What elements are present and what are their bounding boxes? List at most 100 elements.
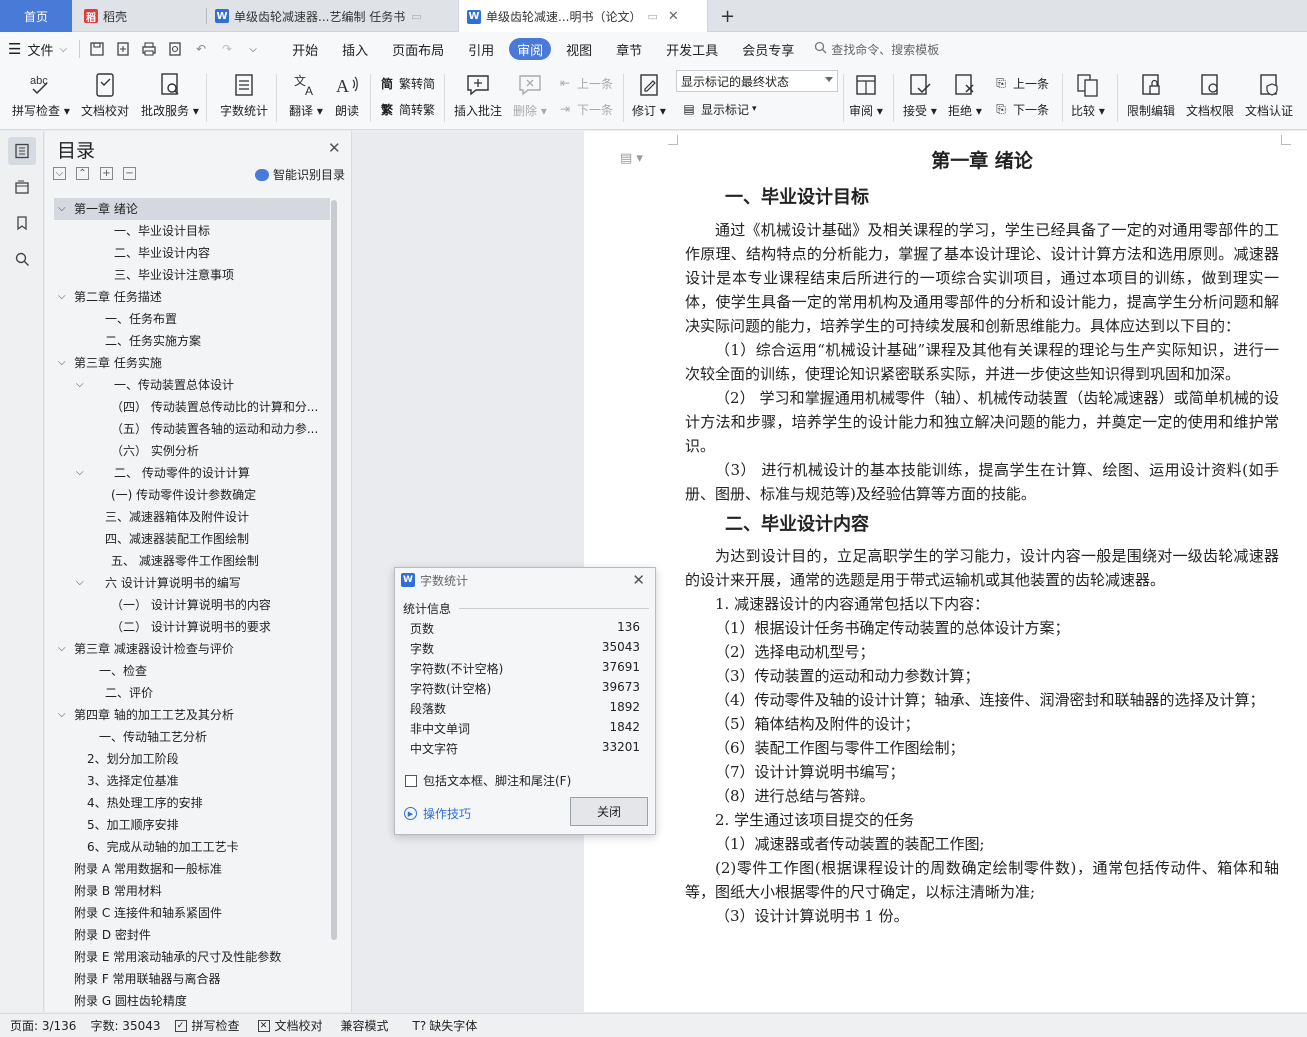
toc-item[interactable]: 一、毕业设计目标 [54,220,330,242]
toc-item[interactable]: 附录 C 连接件和轴系紧固件 [54,902,330,924]
compare-button[interactable]: 比较 ▾ [1071,70,1105,119]
toc-item[interactable]: 附录 E 常用滚动轴承的尺寸及性能参数 [54,946,330,968]
doc-certify-button[interactable]: 文档认证 [1245,70,1293,119]
toc-item[interactable]: ⌵ 第一章 绪论 [54,198,330,220]
toc-item[interactable]: 三、减速器箱体及附件设计 [54,506,330,528]
toc-item[interactable]: ⌵ 一、传动装置总体设计 [54,374,330,396]
chevron-down-icon[interactable]: ⌵ [58,286,66,308]
bookmark-icon[interactable] [8,209,36,237]
toc-item[interactable]: 一、传动轴工艺分析 [54,726,330,748]
tab-view[interactable]: 视图 [566,32,592,66]
simp-to-trad-button[interactable]: 繁简转繁 [378,98,435,120]
prev-comment-button[interactable]: ⇤ 上一条 [556,72,613,94]
chevron-down-icon[interactable]: ⌵ [58,352,66,374]
tab-member[interactable]: 会员专享 [742,32,794,66]
print-preview-icon[interactable] [162,36,188,62]
toc-item[interactable]: 附录 B 常用材料 [54,880,330,902]
toc-item[interactable]: 一、检查 [54,660,330,682]
page-indicator[interactable]: 页面: 3/136 [10,1017,76,1034]
tab-developer[interactable]: 开发工具 [666,32,718,66]
tab-doc-task[interactable]: W 单级齿轮减速器...艺编制 任务书 ▭ [207,0,455,32]
missing-font-status[interactable]: T? 缺失字体 [413,1017,478,1034]
read-aloud-button[interactable]: A 朗读 [333,70,361,119]
chapter-nav-icon[interactable] [8,173,36,201]
tab-home[interactable]: 首页 [0,0,72,32]
toc-item[interactable]: 二、毕业设计内容 [54,242,330,264]
toc-item[interactable]: 三、毕业设计注意事项 [54,264,330,286]
track-changes-button[interactable]: 修订 ▾ [632,70,666,119]
insert-comment-button[interactable]: 插入批注 [454,70,502,119]
toc-item[interactable]: ⌵ 第三章 减速器设计检查与评价 [54,638,330,660]
command-search[interactable]: 查找命令、搜索模板 [814,41,939,58]
tab-daoke[interactable]: 稻 稻壳 [76,0,206,32]
toc-item[interactable]: ⌵ 二、 传动零件的设计计算 [54,462,330,484]
document-page[interactable]: ▤ ▾ 第一章 绪论 一、毕业设计目标 通过《机械设计基础》及相关课程的学习，学… [584,131,1307,1012]
tab-doc-manual[interactable]: W 单级齿轮减速...明书（论文） ▭ ✕ [458,0,708,33]
close-button[interactable]: 关闭 [570,797,648,826]
tab-start[interactable]: 开始 [292,32,318,66]
toc-item[interactable]: ⌵ 第二章 任务描述 [54,286,330,308]
chevron-down-icon[interactable]: ⌵ [58,638,66,660]
print-icon[interactable] [136,36,162,62]
reject-change-button[interactable]: 拒绝 ▾ [948,70,982,119]
trad-to-simp-button[interactable]: 简繁转简 [378,72,435,94]
dialog-titlebar[interactable]: W 字数统计 [395,568,655,592]
chevron-down-icon[interactable]: ⌵ [76,374,84,396]
file-menu[interactable]: ☰ 文件 ⌵ [0,32,75,66]
next-change-button[interactable]: ⎘ 下一条 [992,98,1049,120]
tab-review[interactable]: 审阅 [509,38,552,60]
toc-item[interactable]: 6、完成从动轴的加工工艺卡 [54,836,330,858]
word-count-button[interactable]: 字数统计 [220,70,268,119]
toc-item[interactable]: 4、热处理工序的安排 [54,792,330,814]
toc-item[interactable]: 5、加工顺序安排 [54,814,330,836]
close-icon[interactable]: ✕ [632,571,645,589]
toc-item[interactable]: （一） 设计计算说明书的内容 [54,594,330,616]
quick-access-more-icon[interactable]: ⌵ [240,36,266,62]
toc-item[interactable]: 五、 减速器零件工作图绘制 [54,550,330,572]
toc-item[interactable]: 附录 D 密封件 [54,924,330,946]
toc-item[interactable]: (一) 传动零件设计参数确定 [54,484,330,506]
doc-permission-button[interactable]: 文档权限 [1186,70,1234,119]
toc-item[interactable]: 四、减速器装配工作图绘制 [54,528,330,550]
tab-insert[interactable]: 插入 [342,32,368,66]
tab-references[interactable]: 引用 [468,32,494,66]
translate-button[interactable]: 文A 翻译 ▾ [289,70,323,119]
smart-toc-button[interactable]: 智能识别目录 [255,166,345,183]
toc-item[interactable]: ⌵ 第四章 轴的加工工艺及其分析 [54,704,330,726]
doc-proofread-button[interactable]: 文档校对 [81,70,129,119]
accept-change-button[interactable]: 接受 ▾ [903,70,937,119]
redo-icon[interactable]: ↷ [214,36,240,62]
show-markup-button[interactable]: ▤ 显示标记 ▾ [680,98,756,120]
close-tab-icon[interactable]: ✕ [668,9,679,24]
toc-item[interactable]: 3、选择定位基准 [54,770,330,792]
new-tab-button[interactable]: + [712,0,742,32]
toc-item[interactable]: 一、任务布置 [54,308,330,330]
word-count-indicator[interactable]: 字数: 35043 [90,1017,160,1034]
toc-item[interactable]: 附录 G 圆柱齿轮精度 [54,990,330,1012]
include-textbox-checkbox[interactable]: 包括文本框、脚注和尾注(F) [405,772,571,789]
restrict-edit-button[interactable]: 限制编辑 [1127,70,1175,119]
spellcheck-button[interactable]: abc 拼写检查 ▾ [12,70,70,119]
annotate-service-button[interactable]: 批改服务 ▾ [141,70,199,119]
save-icon[interactable] [84,36,110,62]
prev-change-button[interactable]: ⎘ 上一条 [992,72,1049,94]
remove-heading-icon[interactable]: − [123,167,136,180]
toc-item[interactable]: 附录 F 常用联轴器与离合器 [54,968,330,990]
chevron-down-icon[interactable]: ⌵ [58,704,66,726]
checkbox-box[interactable] [405,774,417,787]
toc-item[interactable]: （六） 实例分析 [54,440,330,462]
toc-panel-icon[interactable] [8,137,36,165]
next-comment-button[interactable]: ⇥ 下一条 [556,98,613,120]
toc-scrollbar[interactable] [331,200,337,940]
undo-icon[interactable]: ↶ [188,36,214,62]
collapse-all-icon[interactable]: ⌵ [53,167,66,180]
toc-item[interactable]: 2、划分加工阶段 [54,748,330,770]
operation-tips-link[interactable]: ▶ 操作技巧 [404,805,471,822]
close-icon[interactable]: ✕ [328,139,341,157]
spellcheck-status[interactable]: ✓ 拼写检查 [174,1017,240,1034]
review-pane-button[interactable]: 审阅 ▾ [849,70,883,119]
export-pdf-icon[interactable] [110,36,136,62]
tab-page-layout[interactable]: 页面布局 [392,32,444,66]
chevron-down-icon[interactable]: ⌵ [58,198,66,220]
chevron-down-icon[interactable]: ⌵ [76,462,84,484]
